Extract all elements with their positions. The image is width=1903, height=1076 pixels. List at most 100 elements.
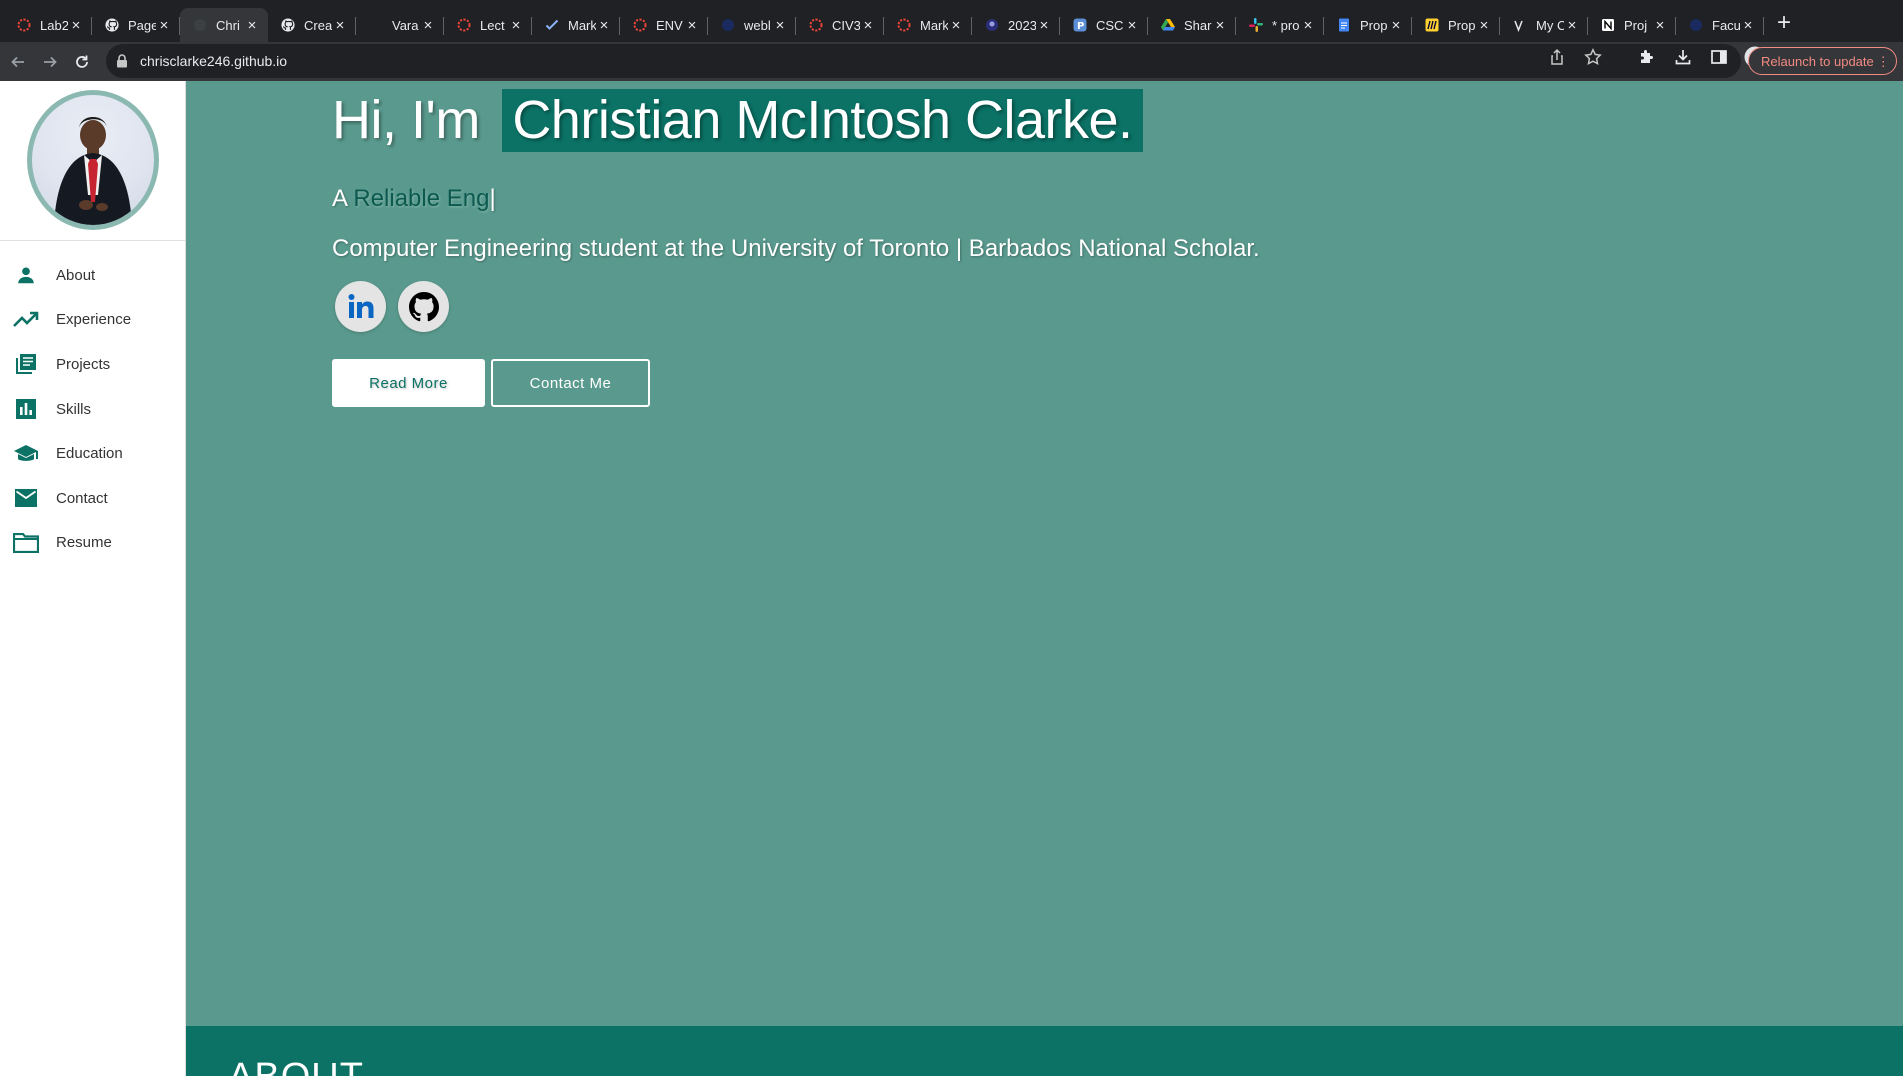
browser-tab[interactable]: Lect ×	[444, 8, 532, 42]
tab-title: Shar	[1184, 17, 1212, 33]
url-text[interactable]: chrisclarke246.github.io	[140, 53, 287, 69]
sidebar-item-contact[interactable]: Contact	[0, 476, 185, 521]
navy-shield-icon	[1688, 17, 1704, 33]
sidebar-item-resume[interactable]: Resume	[0, 521, 185, 566]
tab-close-icon[interactable]: ×	[1300, 17, 1316, 34]
extensions-puzzle-icon[interactable]	[1638, 48, 1656, 71]
tab-strip: Lab2 × Page × Chri × Crea × Vara × Lect × Mark × ENV × w…	[0, 0, 1903, 42]
read-more-button[interactable]: Read More	[332, 359, 485, 407]
linkedin-icon	[348, 293, 373, 318]
tab-close-icon[interactable]: ×	[1036, 17, 1052, 34]
library-books-icon	[13, 352, 39, 376]
miro-icon	[1424, 17, 1440, 33]
lock-icon[interactable]	[116, 54, 130, 68]
tab-close-icon[interactable]: ×	[156, 17, 172, 34]
folder-icon	[13, 531, 39, 555]
share-icon[interactable]	[1548, 48, 1566, 71]
browser-tab[interactable]: Chri ×	[180, 8, 268, 42]
sidebar-item-label: Resume	[56, 534, 112, 552]
tab-close-icon[interactable]: ×	[1476, 17, 1492, 34]
tab-close-icon[interactable]: ×	[508, 17, 524, 34]
browser-tab[interactable]: Page ×	[92, 8, 180, 42]
linkedin-link[interactable]	[335, 281, 386, 332]
reload-button[interactable]	[66, 46, 98, 78]
sidebar-item-education[interactable]: Education	[0, 431, 185, 476]
browser-tab[interactable]: Shar ×	[1148, 8, 1236, 42]
tab-close-icon[interactable]: ×	[1564, 17, 1580, 34]
google-docs-icon	[1336, 17, 1352, 33]
tab-title: CSC	[1096, 17, 1124, 33]
browser-tab[interactable]: Prop ×	[1324, 8, 1412, 42]
hero-greeting: Hi, I'm	[332, 90, 480, 150]
side-panel-icon[interactable]	[1710, 48, 1728, 71]
browser-tab[interactable]: Mark ×	[532, 8, 620, 42]
tab-title: Facu	[1712, 17, 1740, 33]
tab-close-icon[interactable]: ×	[1124, 17, 1140, 34]
sidebar-item-skills[interactable]: Skills	[0, 387, 185, 432]
tab-close-icon[interactable]: ×	[68, 17, 84, 34]
red-dotted-circle-icon	[632, 17, 648, 33]
tab-close-icon[interactable]: ×	[596, 17, 612, 34]
browser-tab[interactable]: ENV ×	[620, 8, 708, 42]
forward-arrow-icon	[44, 56, 57, 67]
browser-tab[interactable]: Mark ×	[884, 8, 972, 42]
tab-close-icon[interactable]: ×	[244, 17, 260, 34]
tab-title: Lab2	[40, 17, 68, 33]
new-tab-button[interactable]: +	[1768, 8, 1800, 40]
sidebar: About Experience Projects Skills Educati…	[0, 81, 186, 1076]
sidebar-item-experience[interactable]: Experience	[0, 298, 185, 343]
tab-title: CIV3	[832, 17, 860, 33]
red-dotted-circle-icon	[808, 17, 824, 33]
tab-title: Chri	[216, 17, 240, 33]
tab-close-icon[interactable]: ×	[1652, 17, 1668, 34]
tab-close-icon[interactable]: ×	[1388, 17, 1404, 34]
forward-button[interactable]	[34, 46, 66, 78]
about-section: ABOUT	[186, 1026, 1903, 1076]
relaunch-to-update-button[interactable]: Relaunch to update ⋮	[1748, 47, 1897, 75]
red-dotted-circle-icon	[16, 17, 32, 33]
sidebar-item-label: Education	[56, 445, 123, 463]
about-section-title: ABOUT	[228, 1056, 364, 1076]
browser-tab[interactable]: Proj ×	[1588, 8, 1676, 42]
tab-close-icon[interactable]: ×	[860, 17, 876, 34]
browser-tab[interactable]: CIV3 ×	[796, 8, 884, 42]
tab-close-icon[interactable]: ×	[332, 17, 348, 34]
tab-title: Page	[128, 17, 156, 33]
browser-tab[interactable]: 2023 ×	[972, 8, 1060, 42]
address-bar[interactable]: chrisclarke246.github.io	[106, 44, 1741, 78]
sidebar-item-label: Skills	[56, 400, 92, 418]
browser-tab[interactable]: * pro ×	[1236, 8, 1324, 42]
browser-tab[interactable]: P CSC ×	[1060, 8, 1148, 42]
download-icon[interactable]	[1674, 48, 1692, 71]
back-button[interactable]	[2, 46, 34, 78]
sidebar-nav: About Experience Projects Skills Educati…	[0, 241, 185, 565]
bookmark-star-icon[interactable]	[1584, 48, 1602, 71]
tab-close-icon[interactable]: ×	[1740, 17, 1756, 34]
more-menu-icon[interactable]: ⋮	[1877, 54, 1890, 70]
tab-close-icon[interactable]: ×	[684, 17, 700, 34]
sidebar-item-projects[interactable]: Projects	[0, 342, 185, 387]
browser-tab[interactable]: My C ×	[1500, 8, 1588, 42]
browser-tab[interactable]: webl ×	[708, 8, 796, 42]
bar-chart-icon	[13, 397, 39, 421]
sidebar-item-label: About	[56, 266, 96, 284]
tab-close-icon[interactable]: ×	[1212, 17, 1228, 34]
navy-shield-icon	[720, 17, 736, 33]
browser-tab[interactable]: Facu ×	[1676, 8, 1764, 42]
tab-close-icon[interactable]: ×	[420, 17, 436, 34]
browser-tab[interactable]: Prop ×	[1412, 8, 1500, 42]
tab-title: 2023	[1008, 17, 1036, 33]
blank-icon	[368, 17, 384, 33]
browser-tab[interactable]: Vara ×	[356, 8, 444, 42]
tab-close-icon[interactable]: ×	[772, 17, 788, 34]
browser-tab[interactable]: Lab2 ×	[4, 8, 92, 42]
tab-title: webl	[744, 17, 771, 33]
sidebar-item-about[interactable]: About	[0, 253, 185, 298]
red-dotted-circle-icon	[456, 17, 472, 33]
tab-close-icon[interactable]: ×	[948, 17, 964, 34]
tab-title: My C	[1536, 17, 1564, 33]
github-link[interactable]	[398, 281, 449, 332]
browser-tab[interactable]: Crea ×	[268, 8, 356, 42]
contact-me-button[interactable]: Contact Me	[491, 359, 650, 407]
navy-crest-icon	[984, 17, 1000, 33]
